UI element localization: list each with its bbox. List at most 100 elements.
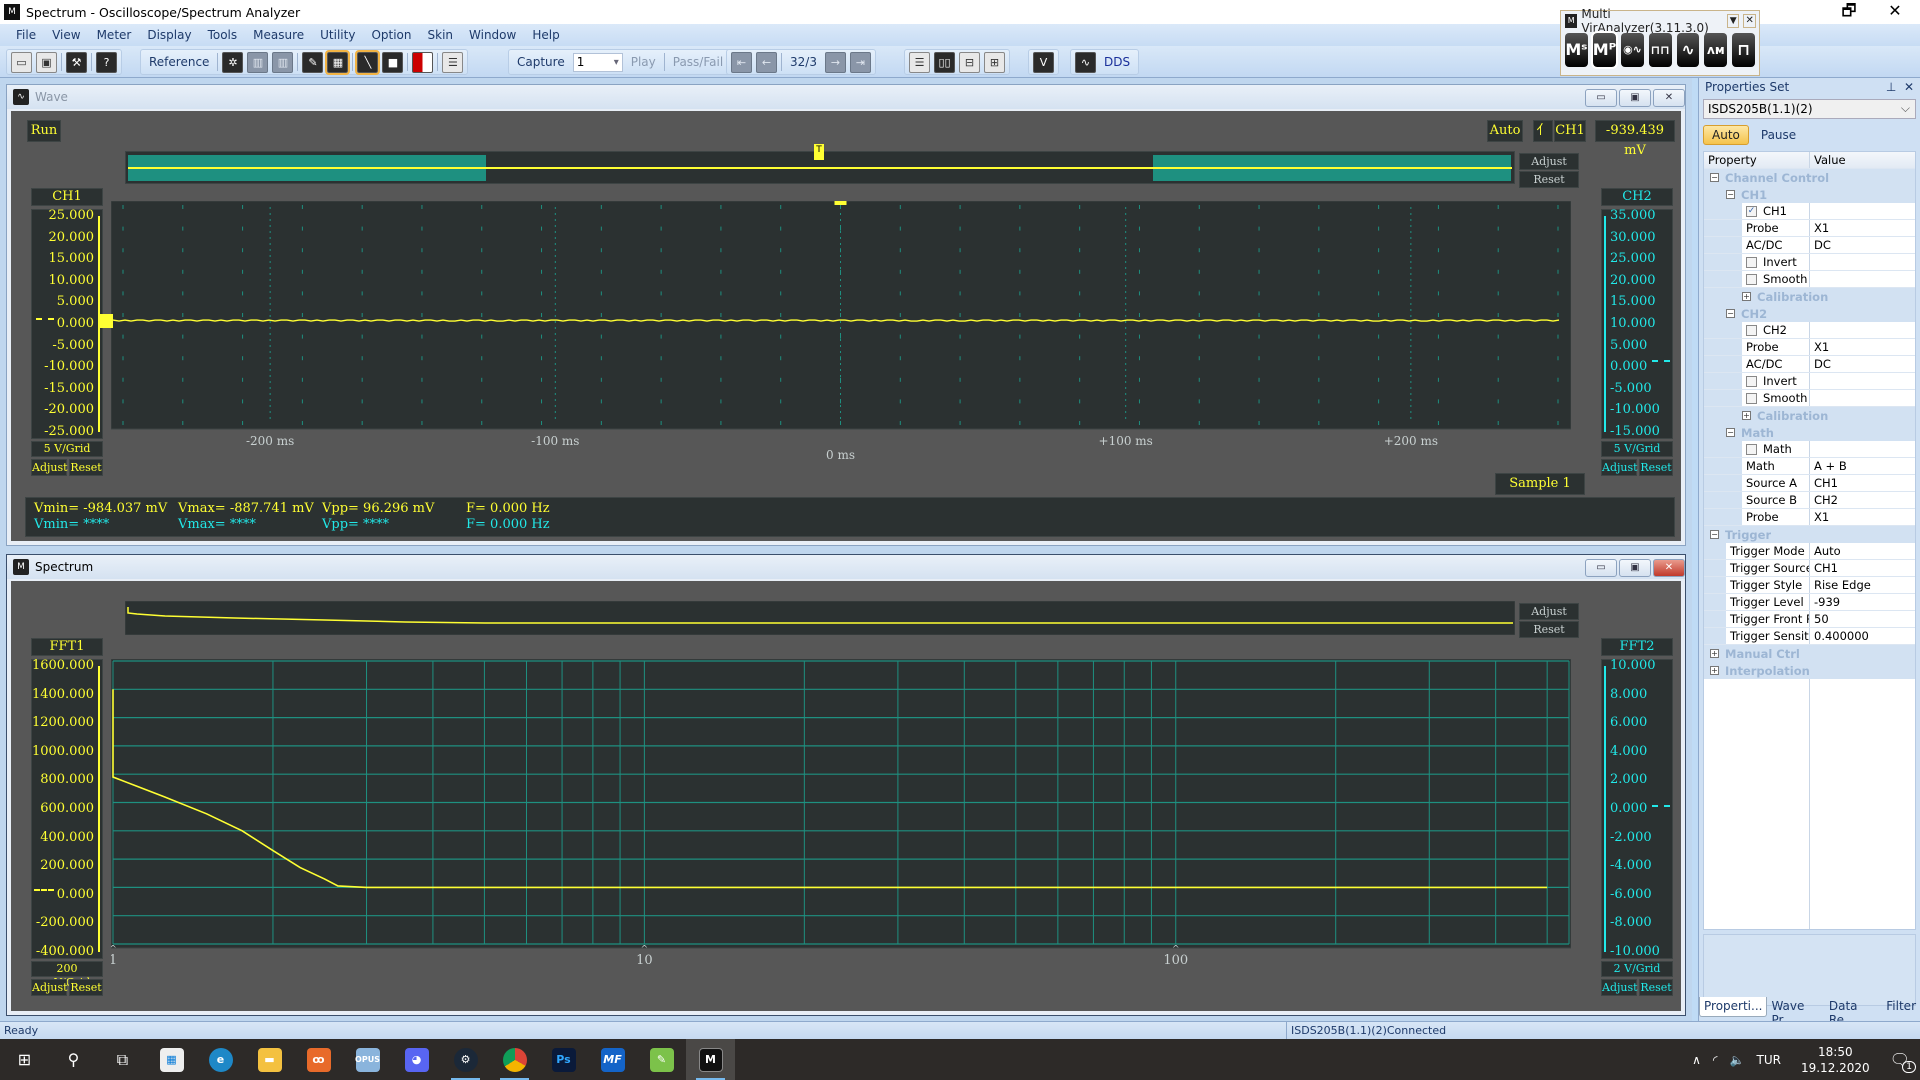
property-row[interactable]: Source B CH2 xyxy=(1704,492,1915,509)
chrome-icon[interactable] xyxy=(490,1039,539,1080)
collapse-icon[interactable]: − xyxy=(1710,530,1719,539)
ch2-scale[interactable]: 5 V/Grid xyxy=(1601,441,1673,457)
opus-icon[interactable]: OPUS xyxy=(343,1039,392,1080)
store-icon[interactable]: ▦ xyxy=(147,1039,196,1080)
collapse-icon[interactable]: − xyxy=(1710,173,1719,182)
spectrum-p-icon[interactable]: Mᴾ xyxy=(1590,31,1619,69)
columns-icon[interactable]: ▥ xyxy=(247,51,269,73)
tab-properties[interactable]: Properti... xyxy=(1699,997,1768,1017)
pin-icon[interactable]: ⊥ xyxy=(1886,80,1896,94)
property-row[interactable]: Smooth xyxy=(1704,390,1915,407)
property-value[interactable] xyxy=(1810,373,1915,389)
property-row[interactable]: CH2 xyxy=(1704,322,1915,339)
property-row[interactable]: Trigger Source CH1 xyxy=(1704,560,1915,577)
play-button[interactable]: Play xyxy=(627,55,660,69)
task-view-icon[interactable]: ⧉ xyxy=(98,1039,147,1080)
collapse-icon[interactable]: − xyxy=(1726,428,1735,437)
xampp-icon[interactable]: ꝏ xyxy=(294,1039,343,1080)
sample-rate[interactable]: Sample 1 KHz xyxy=(1495,473,1585,511)
property-row[interactable]: AC/DC DC xyxy=(1704,356,1915,373)
volume-icon[interactable]: 🔈 xyxy=(1730,1053,1745,1067)
property-value[interactable]: DC xyxy=(1810,237,1915,253)
property-row[interactable]: Source A CH1 xyxy=(1704,475,1915,492)
property-category[interactable]: + Manual Ctrl xyxy=(1704,645,1915,662)
line-icon[interactable]: ╲ xyxy=(355,49,381,75)
column-property[interactable]: Property xyxy=(1704,152,1810,168)
checkbox[interactable] xyxy=(1746,256,1757,268)
property-row[interactable]: Trigger Level -939 xyxy=(1704,594,1915,611)
dropdown-icon[interactable]: ▼ xyxy=(1726,14,1740,28)
recorder-icon[interactable]: ◉∿ xyxy=(1621,33,1644,67)
layout-horizontal-icon[interactable]: ⊟ xyxy=(959,51,980,73)
expand-icon[interactable]: + xyxy=(1710,666,1719,675)
menu-help[interactable]: Help xyxy=(524,28,567,42)
fft1-adjust-button[interactable]: Adjust xyxy=(31,979,68,996)
property-value[interactable]: -939 xyxy=(1810,594,1915,610)
ch1-reset-button[interactable]: Reset xyxy=(69,459,103,476)
column-value[interactable]: Value xyxy=(1810,152,1915,168)
property-value[interactable]: Rise Edge xyxy=(1810,577,1915,593)
passfail-button[interactable]: Pass/Fail xyxy=(669,55,727,69)
close-icon[interactable]: ✕ xyxy=(1904,80,1914,94)
explorer-icon[interactable]: ▬ xyxy=(245,1039,294,1080)
property-value[interactable]: X1 xyxy=(1810,509,1915,525)
property-value[interactable] xyxy=(1810,203,1915,219)
checkbox[interactable] xyxy=(1746,273,1757,285)
menu-file[interactable]: File xyxy=(8,28,44,42)
property-category[interactable]: − CH2 xyxy=(1704,305,1915,322)
clock[interactable]: 18:50 19.12.2020 xyxy=(1793,1044,1878,1076)
fft2-reset-button[interactable]: Reset xyxy=(1639,979,1673,996)
ch2-adjust-button[interactable]: Adjust xyxy=(1601,459,1638,476)
property-row[interactable]: ✓ CH1 xyxy=(1704,203,1915,220)
dds-icon[interactable]: ∿ xyxy=(1075,51,1096,73)
checkbox[interactable]: ✓ xyxy=(1746,205,1757,217)
notepad-icon[interactable]: ✎ xyxy=(637,1039,686,1080)
collapse-icon[interactable]: − xyxy=(1726,309,1735,318)
pause-button[interactable]: Pause xyxy=(1753,126,1804,144)
property-category[interactable]: + Calibration xyxy=(1704,407,1915,424)
photoshop-icon[interactable]: Ps xyxy=(539,1039,588,1080)
spectrum-overview-adjust-button[interactable]: Adjust xyxy=(1519,603,1579,620)
overview-adjust-button[interactable]: Adjust xyxy=(1519,153,1579,170)
open-icon[interactable]: ▭ xyxy=(11,51,32,73)
pen-icon[interactable]: ✎ xyxy=(302,51,324,73)
search-icon[interactable]: ⚲ xyxy=(49,1039,98,1080)
layout-vertical-icon[interactable]: ▯▯ xyxy=(934,51,955,73)
minimize-button[interactable]: ▭ xyxy=(1585,559,1617,577)
property-category[interactable]: + Calibration xyxy=(1704,288,1915,305)
tab-wave-properties[interactable]: Wave Pr... xyxy=(1767,997,1824,1027)
close-button[interactable]: ✕ xyxy=(1872,0,1918,24)
spectrum-overview-reset-button[interactable]: Reset xyxy=(1519,621,1579,638)
property-row[interactable]: Invert xyxy=(1704,373,1915,390)
maximize-button[interactable]: ▣ xyxy=(1619,559,1651,577)
property-row[interactable]: Probe X1 xyxy=(1704,339,1915,356)
checkbox[interactable] xyxy=(1746,375,1757,387)
property-row[interactable]: Smooth xyxy=(1704,271,1915,288)
property-category[interactable]: − Channel Control xyxy=(1704,169,1915,186)
menu-measure[interactable]: Measure xyxy=(245,28,312,42)
overview-trigger-marker[interactable]: T xyxy=(814,144,824,160)
property-category[interactable]: − Trigger xyxy=(1704,526,1915,543)
language-indicator[interactable]: TUR xyxy=(1757,1053,1781,1067)
pulse-icon[interactable]: ⊓⊓ xyxy=(1648,33,1672,67)
property-row[interactable]: AC/DC DC xyxy=(1704,237,1915,254)
property-value[interactable]: CH2 xyxy=(1810,492,1915,508)
trigger-mode[interactable]: Auto xyxy=(1487,120,1523,142)
start-icon[interactable]: ⊞ xyxy=(0,1039,49,1080)
notification-icon[interactable]: 🗨 1 xyxy=(1890,1050,1916,1073)
help-icon[interactable]: ? xyxy=(96,51,117,73)
menu-view[interactable]: View xyxy=(44,28,88,42)
property-row[interactable]: Trigger Style Rise Edge xyxy=(1704,577,1915,594)
layout-grid-icon[interactable]: ⊞ xyxy=(984,51,1005,73)
overview-reset-button[interactable]: Reset xyxy=(1519,171,1579,188)
menu-skin[interactable]: Skin xyxy=(420,28,462,42)
property-row[interactable]: Probe X1 xyxy=(1704,509,1915,526)
tab-data-record[interactable]: Data Re... xyxy=(1825,997,1882,1027)
property-category[interactable]: − CH1 xyxy=(1704,186,1915,203)
reference-button[interactable]: Reference xyxy=(145,55,213,69)
checkbox[interactable] xyxy=(1746,324,1757,336)
property-value[interactable] xyxy=(1810,271,1915,287)
auto-button[interactable]: Auto xyxy=(1703,125,1749,145)
stop-icon[interactable]: ■ xyxy=(382,51,404,73)
first-icon[interactable]: ⇤ xyxy=(731,51,752,73)
